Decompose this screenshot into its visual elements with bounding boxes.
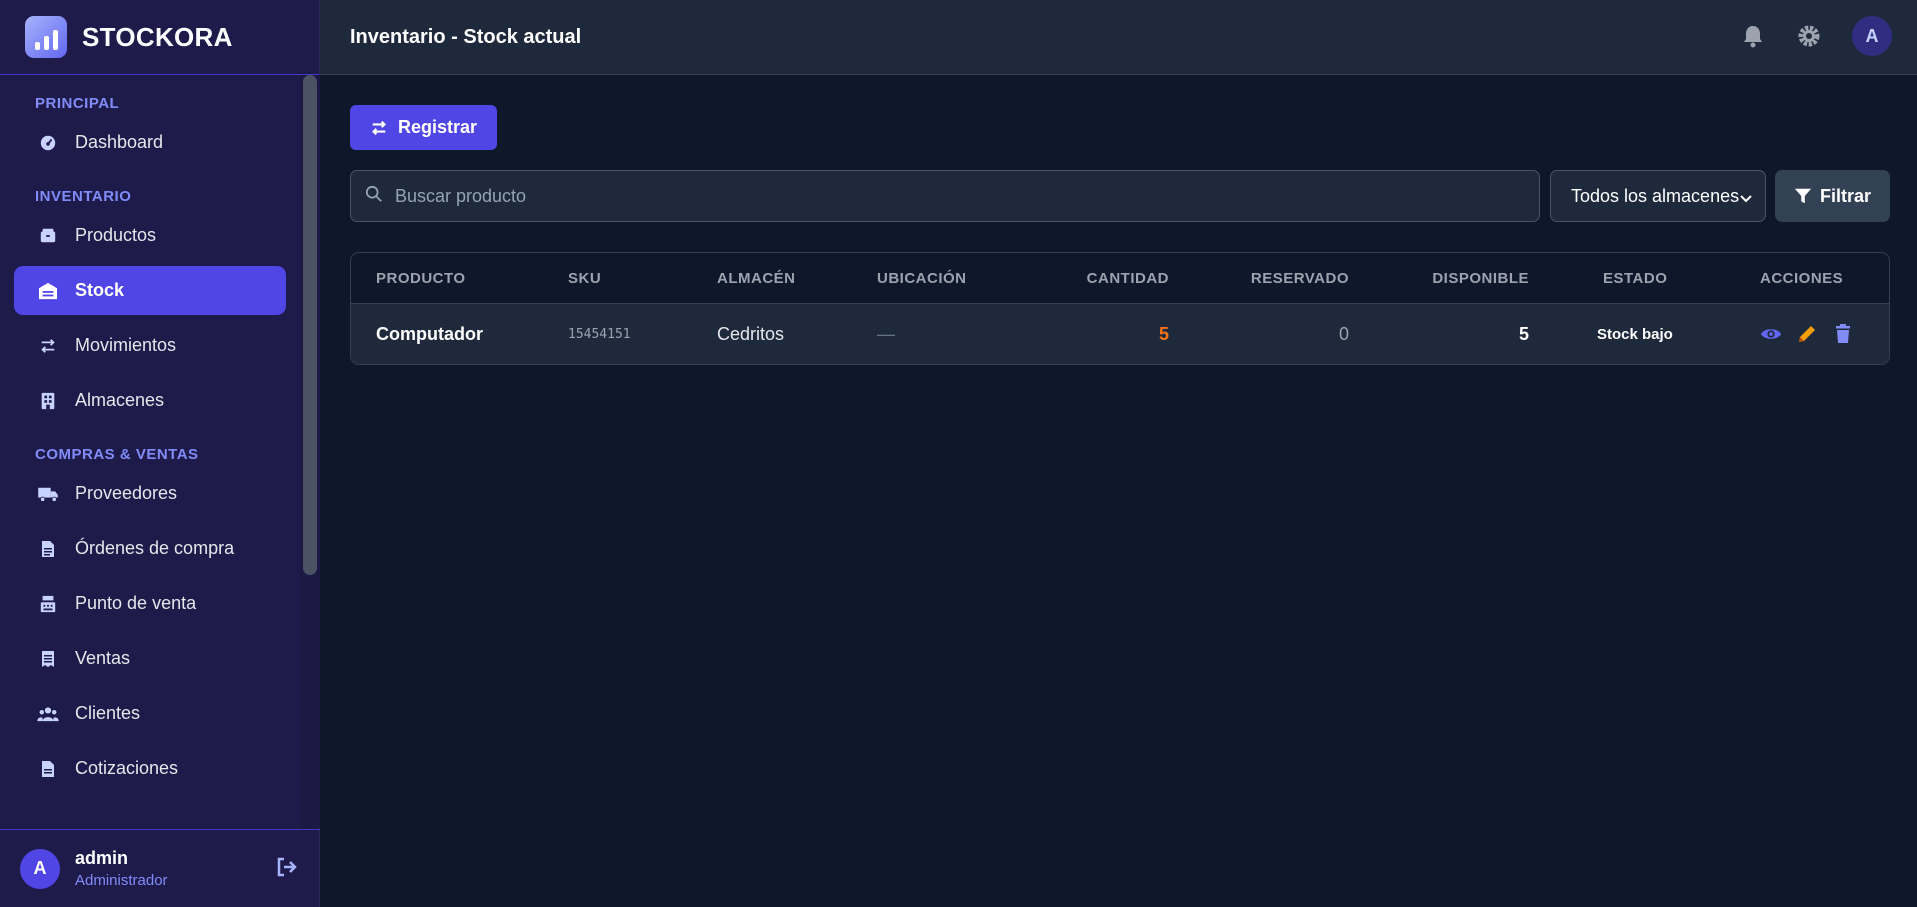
user-profile: A admin Administrador [0,829,320,907]
col-almacen: ALMACÉN [717,269,796,287]
col-reservado: RESERVADO [1250,269,1349,287]
sidebar-scroll-thumb[interactable] [303,75,317,575]
swap-icon [37,335,59,357]
brand-name: STOCKORA [82,21,233,52]
warehouse-select-value: Todos los almacenes [1571,185,1740,206]
col-disponible: DISPONIBLE [1432,269,1529,287]
sidebar-item-label: Órdenes de compra [75,538,235,558]
stock-table: PRODUCTO SKU ALMACÉN UBICACIÓN CANTIDAD … [350,252,1890,365]
filter-button[interactable]: Filtrar [1775,170,1890,222]
table-header: PRODUCTO SKU ALMACÉN UBICACIÓN CANTIDAD … [351,253,1889,304]
user-name: admin [75,848,129,868]
user-role: Administrador [75,872,168,889]
sidebar-item-label: Dashboard [75,132,164,152]
trash-icon[interactable] [1831,322,1855,346]
cash-register-icon [37,593,59,615]
main-content: Registrar Todos los almacenes Filtrar PR… [350,105,1890,365]
cell-almacen: Cedritos [717,323,785,344]
row-actions [1759,304,1855,364]
funnel-icon [1794,187,1812,205]
status-badge: Stock bajo [1597,325,1673,343]
sidebar-item-punto-venta[interactable]: Punto de venta [14,579,286,628]
filter-button-label: Filtrar [1819,185,1871,206]
warehouse-select[interactable]: Todos los almacenes [1550,170,1766,222]
chart-bars-logo-icon [25,16,67,58]
register-button-label: Registrar [398,117,478,137]
nav-section-principal: PRINCIPAL [35,95,120,112]
col-cantidad: CANTIDAD [1086,269,1169,287]
truck-icon [37,483,59,505]
sidebar-item-label: Cotizaciones [75,758,179,778]
header-avatar[interactable]: A [1852,16,1892,56]
building-icon [37,390,59,412]
sidebar-item-movimientos[interactable]: Movimientos [14,321,286,370]
cell-ubicacion: — [877,323,895,344]
col-producto: PRODUCTO [376,269,466,287]
register-button[interactable]: Registrar [350,105,498,150]
pencil-icon[interactable] [1795,322,1819,346]
search-box[interactable] [350,170,1540,222]
sidebar-item-ordenes-compra[interactable]: Órdenes de compra [14,524,286,573]
eye-icon[interactable] [1759,322,1783,346]
cell-reservado: 0 [1338,323,1349,344]
sidebar-item-ventas[interactable]: Ventas [14,634,286,683]
col-estado: ESTADO [1603,269,1668,287]
sidebar-item-clientes[interactable]: Clientes [14,689,286,738]
sidebar-item-cotizaciones[interactable]: Cotizaciones [14,744,286,793]
sidebar-item-label: Proveedores [75,483,178,503]
sidebar-item-proveedores[interactable]: Proveedores [14,469,286,518]
sidebar-item-label: Movimientos [75,335,177,355]
users-icon [37,703,59,725]
file-icon [37,758,59,780]
cell-sku: 15454151 [568,326,631,342]
nav-section-compras-ventas: COMPRAS & VENTAS [35,446,199,463]
filter-toolbar: Todos los almacenes Filtrar [350,170,1890,222]
chevron-down-icon [1739,189,1753,210]
nav-section-inventario: INVENTARIO [35,188,132,205]
page-title: Inventario - Stock actual [350,25,582,48]
swap-icon [370,119,388,137]
gear-icon[interactable] [1796,23,1822,49]
sidebar-item-label: Punto de venta [75,593,197,613]
sidebar-item-label: Stock [75,280,125,300]
cell-cantidad: 5 [1158,323,1169,344]
warehouse-icon [37,280,59,302]
sidebar: STOCKORA PRINCIPAL Dashboard INVENTARIO … [0,0,320,907]
sidebar-item-label: Almacenes [75,390,165,410]
search-icon [365,185,383,208]
logout-icon[interactable] [276,857,300,881]
sidebar-item-label: Productos [75,225,157,245]
col-acciones: ACCIONES [1760,269,1844,287]
sidebar-item-almacenes[interactable]: Almacenes [14,376,286,425]
sidebar-item-label: Ventas [75,648,131,668]
receipt-icon [37,648,59,670]
gauge-icon [37,132,59,154]
brand[interactable]: STOCKORA [0,0,319,75]
table-row: Computador 15454151 Cedritos — 5 0 5 Sto… [351,304,1889,364]
box-icon [37,225,59,247]
cell-producto: Computador [376,323,483,344]
sidebar-item-stock[interactable]: Stock [14,266,286,315]
bell-icon[interactable] [1740,23,1766,49]
top-header: Inventario - Stock actual A [320,0,1917,75]
sidebar-item-label: Clientes [75,703,141,723]
sidebar-nav: PRINCIPAL Dashboard INVENTARIO Productos… [0,75,300,829]
sidebar-item-productos[interactable]: Productos [14,211,286,260]
search-input[interactable] [395,185,1495,207]
col-ubicacion: UBICACIÓN [877,269,967,287]
col-sku: SKU [568,269,602,287]
avatar[interactable]: A [20,848,60,889]
cell-disponible: 5 [1518,323,1529,344]
sidebar-item-dashboard[interactable]: Dashboard [14,118,286,167]
document-icon [37,538,59,560]
